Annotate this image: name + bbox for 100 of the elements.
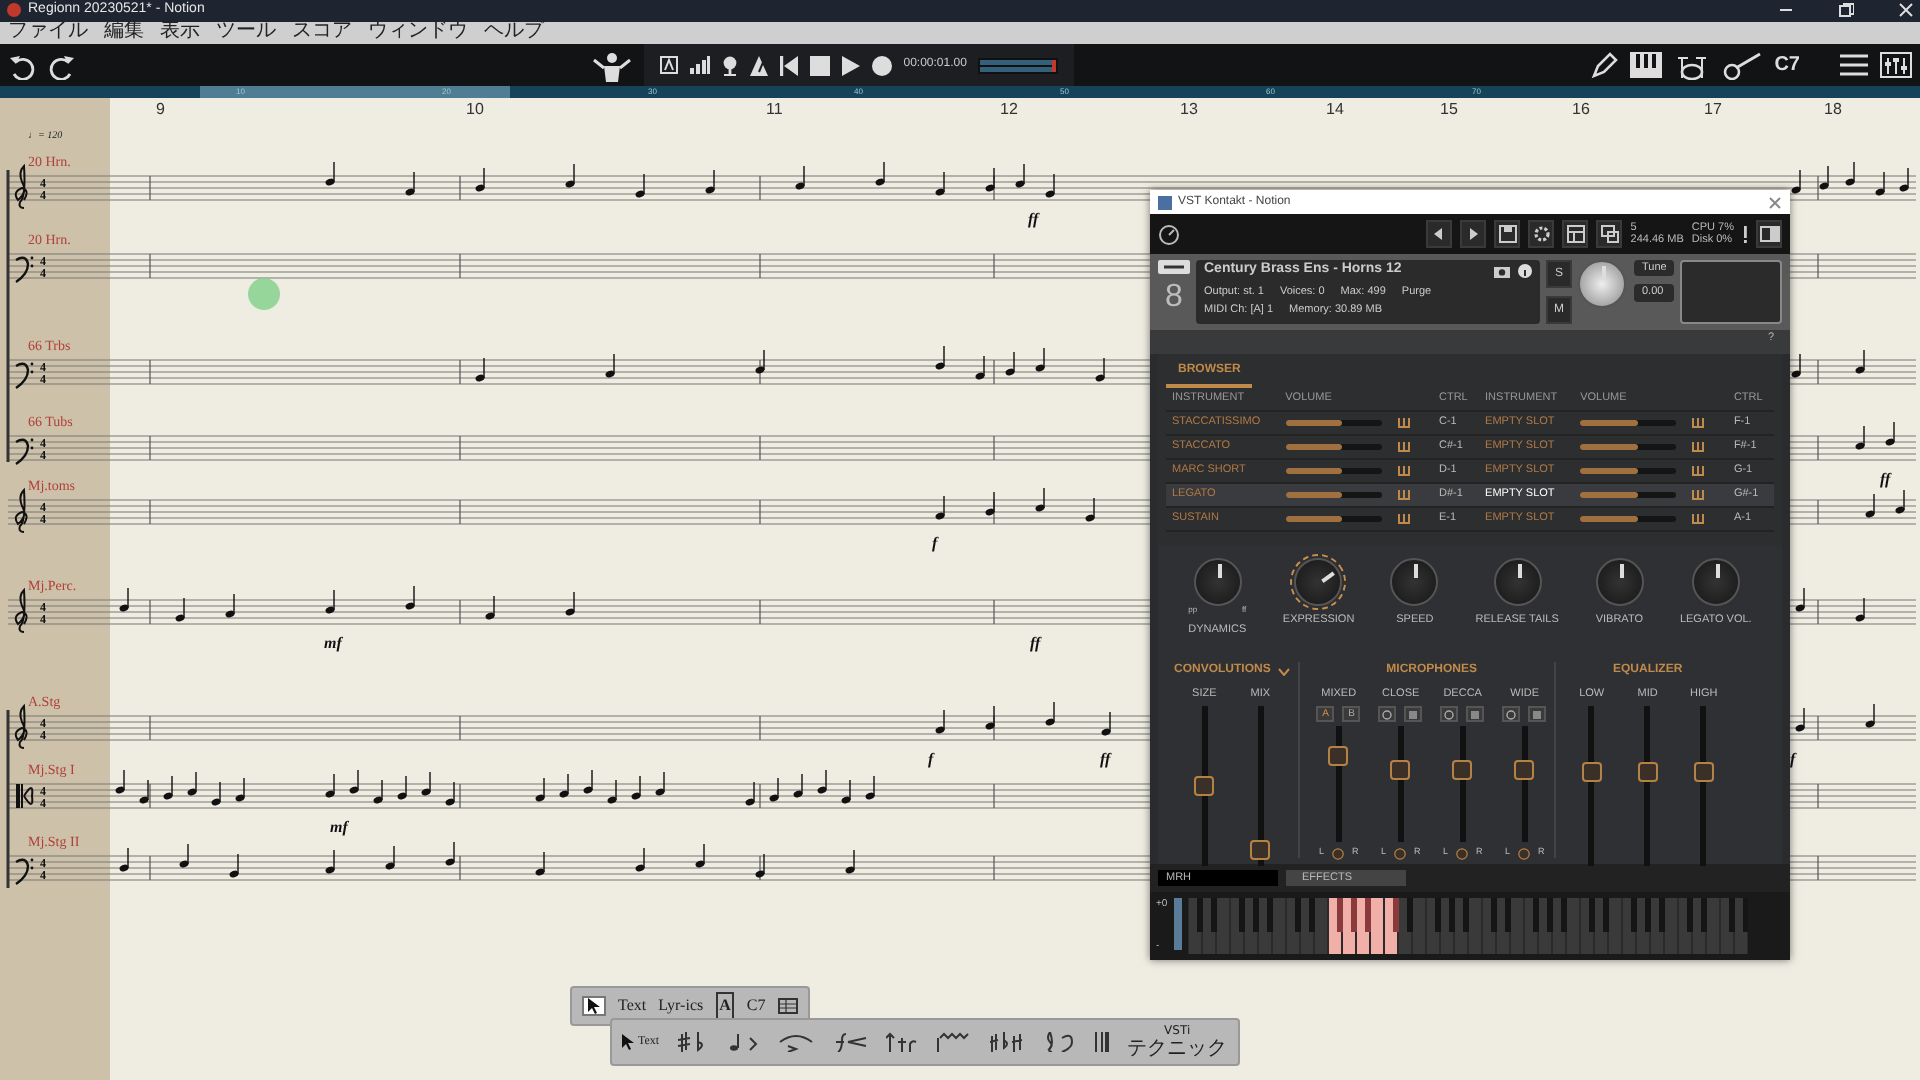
wrench-icon[interactable] bbox=[1158, 260, 1190, 274]
solo-mic-button[interactable] bbox=[1528, 706, 1547, 723]
power-button[interactable] bbox=[1378, 706, 1397, 723]
barline-icon[interactable] bbox=[1093, 1032, 1110, 1052]
view-button[interactable] bbox=[1756, 220, 1782, 248]
keys-icon[interactable] bbox=[1397, 441, 1410, 451]
palette-text-button[interactable]: Text bbox=[618, 994, 647, 1018]
metronome-icon[interactable] bbox=[749, 55, 768, 76]
volume-slider[interactable] bbox=[1285, 491, 1382, 497]
rotary-knob[interactable] bbox=[1390, 558, 1439, 606]
restore-icon[interactable] bbox=[1838, 2, 1854, 19]
skip-back-icon[interactable] bbox=[779, 55, 798, 76]
keys-icon[interactable] bbox=[1397, 417, 1410, 427]
settings-icon bbox=[1531, 224, 1552, 244]
solo-mic-button[interactable] bbox=[1404, 706, 1423, 723]
menu-item[interactable]: ウィンドウ bbox=[368, 22, 468, 43]
clefs-icon[interactable] bbox=[1043, 1032, 1076, 1052]
pitch-wheel-icon[interactable] bbox=[1173, 898, 1182, 950]
slur-icon[interactable] bbox=[777, 1032, 814, 1052]
key-signature-icon[interactable] bbox=[989, 1032, 1026, 1052]
fader-thumb[interactable] bbox=[1581, 762, 1602, 783]
keys-icon[interactable] bbox=[1397, 489, 1410, 499]
menu-item[interactable]: ヘルプ bbox=[484, 22, 544, 43]
info-icon[interactable] bbox=[1518, 263, 1532, 278]
rotary-knob[interactable] bbox=[1193, 558, 1242, 606]
keys-icon[interactable] bbox=[1692, 489, 1705, 499]
ornament-icon[interactable] bbox=[885, 1032, 918, 1052]
gauge-icon[interactable] bbox=[1158, 223, 1180, 245]
menu-item[interactable]: 表示 bbox=[160, 22, 200, 43]
rotary-knob[interactable] bbox=[1493, 558, 1542, 606]
fader-thumb[interactable] bbox=[1637, 762, 1658, 783]
keys-icon[interactable] bbox=[1692, 513, 1705, 523]
volume-slider[interactable] bbox=[1580, 515, 1677, 521]
keys-icon[interactable] bbox=[1692, 465, 1705, 475]
piano-keyboard[interactable] bbox=[1187, 898, 1748, 954]
fader-thumb[interactable] bbox=[1390, 760, 1411, 781]
camera-icon[interactable] bbox=[1494, 263, 1510, 278]
tune-knob[interactable] bbox=[1578, 260, 1626, 308]
volume-slider[interactable] bbox=[1580, 491, 1677, 497]
keys-icon[interactable] bbox=[1397, 513, 1410, 523]
drum-kit-icon[interactable] bbox=[1674, 51, 1711, 80]
text-icon[interactable] bbox=[659, 56, 678, 75]
prev-button[interactable] bbox=[1426, 220, 1453, 248]
fader-thumb[interactable] bbox=[1194, 776, 1215, 797]
rotary-knob[interactable] bbox=[1595, 558, 1644, 606]
guitar-icon[interactable] bbox=[1722, 51, 1763, 80]
mixer-icon[interactable] bbox=[1880, 52, 1912, 79]
next-button[interactable] bbox=[1460, 220, 1487, 248]
menu-item[interactable]: ツール bbox=[216, 22, 276, 43]
pan-knob-icon[interactable] bbox=[1517, 847, 1530, 860]
stop-icon[interactable] bbox=[809, 55, 830, 76]
keys-icon[interactable] bbox=[1692, 441, 1705, 451]
volume-slider[interactable] bbox=[1285, 443, 1382, 449]
pin-icon[interactable] bbox=[721, 55, 738, 76]
fader-thumb[interactable] bbox=[1452, 760, 1473, 781]
record-icon[interactable] bbox=[871, 55, 892, 76]
volume-slider[interactable] bbox=[1580, 443, 1677, 449]
volume-slider[interactable] bbox=[1580, 467, 1677, 473]
signal-bars-icon[interactable] bbox=[689, 56, 710, 75]
volume-slider[interactable] bbox=[1285, 467, 1382, 473]
fader-thumb[interactable] bbox=[1693, 762, 1714, 783]
volume-slider[interactable] bbox=[1580, 419, 1677, 425]
menu-item[interactable]: 編集 bbox=[104, 22, 144, 43]
pointer-tool-button[interactable] bbox=[582, 996, 606, 1016]
list-menu-icon[interactable] bbox=[1840, 54, 1868, 77]
power-button[interactable] bbox=[1440, 706, 1459, 723]
fader-thumb[interactable] bbox=[1328, 745, 1349, 766]
chord-grid-icon[interactable] bbox=[777, 998, 798, 1014]
notes-icon[interactable] bbox=[727, 1032, 760, 1052]
redo-icon[interactable] bbox=[48, 51, 76, 80]
power-button[interactable] bbox=[1502, 706, 1521, 723]
volume-slider[interactable] bbox=[1285, 515, 1382, 521]
chevron-down-icon[interactable] bbox=[1278, 667, 1291, 675]
measure-number: 15 bbox=[1440, 100, 1458, 119]
conductor-icon[interactable] bbox=[591, 49, 632, 82]
keys-icon[interactable] bbox=[1397, 465, 1410, 475]
rotary-knob[interactable] bbox=[1691, 558, 1740, 606]
keys-icon[interactable] bbox=[1692, 417, 1705, 427]
rack-button[interactable] bbox=[1562, 220, 1589, 248]
fader-thumb[interactable] bbox=[1250, 839, 1271, 860]
pen-icon[interactable] bbox=[1590, 51, 1619, 80]
settings-button[interactable] bbox=[1528, 220, 1555, 248]
play-icon[interactable] bbox=[841, 55, 860, 76]
volume-slider[interactable] bbox=[1285, 419, 1382, 425]
fader-thumb[interactable] bbox=[1514, 760, 1535, 781]
pan-knob-icon[interactable] bbox=[1331, 847, 1344, 860]
undo-icon[interactable] bbox=[8, 51, 36, 80]
palette-text-button[interactable]: C7 bbox=[746, 994, 766, 1018]
piano-icon[interactable] bbox=[1630, 52, 1663, 79]
menu-item[interactable]: ファイル bbox=[8, 22, 88, 43]
dynamics-icon[interactable] bbox=[831, 1032, 868, 1052]
bass-clef-icon bbox=[15, 256, 34, 283]
pan-knob-icon[interactable] bbox=[1393, 847, 1406, 860]
solo-mic-button[interactable] bbox=[1466, 706, 1485, 723]
tremolo-icon[interactable] bbox=[935, 1032, 972, 1052]
palette-text-button[interactable]: Lyr-ics bbox=[658, 994, 704, 1018]
menu-item[interactable]: スコア bbox=[292, 22, 352, 43]
window-button[interactable] bbox=[1596, 220, 1623, 248]
pan-knob-icon[interactable] bbox=[1455, 847, 1468, 860]
save-button[interactable] bbox=[1494, 220, 1521, 248]
